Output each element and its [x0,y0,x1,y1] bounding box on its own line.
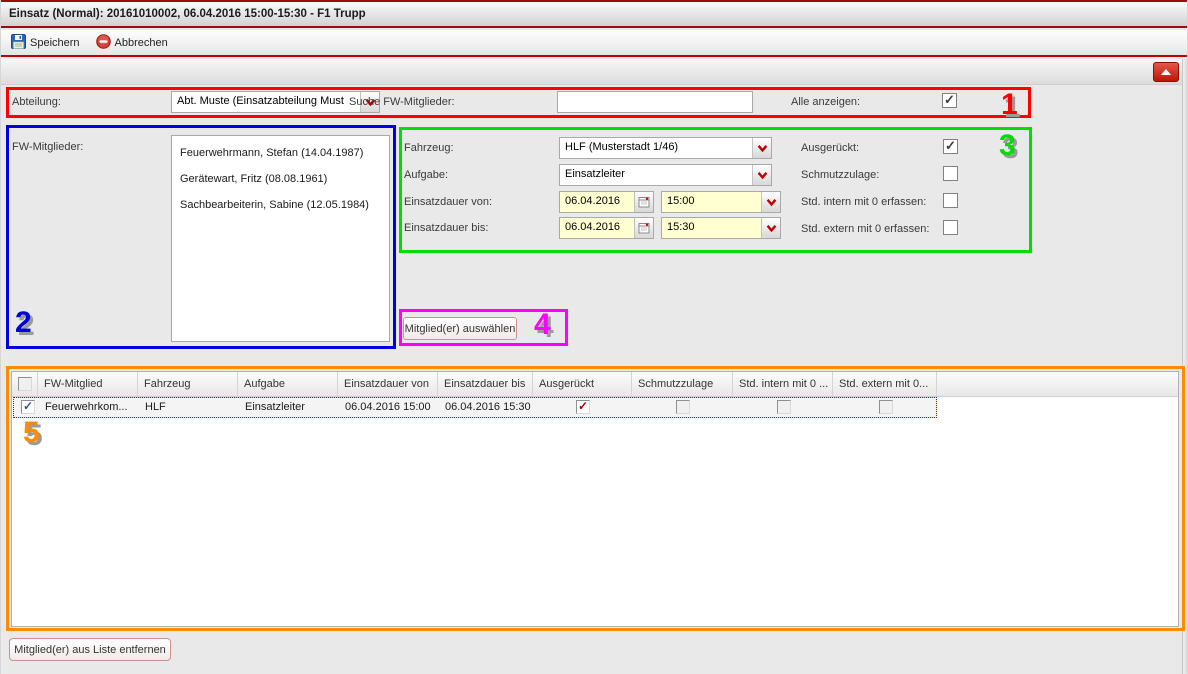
toolbar: Speichern Abbrechen [1,30,1187,57]
save-button[interactable]: Speichern [11,34,80,52]
cell-aufgabe: Einsatzleiter [239,401,337,413]
von-time-select[interactable]: 15:00 [661,191,781,213]
ausgerueckt-checkbox[interactable] [943,139,958,154]
list-item[interactable]: Sachbearbeiterin, Sabine (12.05.1984) [180,192,381,218]
save-button-label: Speichern [30,37,80,49]
save-icon [11,34,26,52]
collapse-panel-button[interactable] [1153,62,1179,82]
cancel-icon [96,34,111,52]
column-header[interactable]: Einsatzdauer von [338,372,438,397]
column-header[interactable]: Ausgerückt [533,372,632,397]
cell-schmutzzulage-checkbox[interactable] [676,400,690,414]
ausgerueckt-label: Ausgerückt: [801,142,859,154]
remove-members-button[interactable]: Mitglied(er) aus Liste entfernen [9,638,171,661]
calendar-icon[interactable] [634,192,653,212]
select-members-button[interactable]: Mitglied(er) auswählen [403,317,517,340]
annotation-box-1 [6,87,1031,118]
column-header[interactable]: Fahrzeug [138,372,238,397]
std-intern-checkbox[interactable] [943,193,958,208]
std-intern-label: Std. intern mit 0 erfassen: [801,196,926,208]
std-extern-label: Std. extern mit 0 erfassen: [801,223,929,235]
search-input[interactable] [557,91,753,113]
column-header[interactable]: Schmutzzulage [632,372,733,397]
column-header[interactable]: FW-Mitglied [38,372,138,397]
list-item[interactable]: Gerätewart, Fritz (08.08.1961) [180,166,381,192]
schmutzzulage-checkbox[interactable] [943,166,958,181]
aufgabe-label: Aufgabe: [404,169,448,181]
aufgabe-select[interactable]: Einsatzleiter [559,164,772,186]
table-header: FW-Mitglied Fahrzeug Aufgabe Einsatzdaue… [12,372,1178,397]
chevron-up-icon [1161,69,1171,75]
fahrzeug-select[interactable]: HLF (Musterstadt 1/46) [559,137,772,159]
panel-header-band [1,59,1187,85]
annotation-number-1: 1 [1001,90,1018,120]
fw-mitglieder-list[interactable]: Feuerwehrmann, Stefan (14.04.1987) Gerät… [171,135,390,342]
bis-date-field[interactable]: 06.04.2016 [559,217,654,239]
alle-anzeigen-checkbox[interactable] [942,93,957,108]
application-window: Einsatz (Normal): 20161010002, 06.04.201… [0,0,1188,674]
members-table: FW-Mitglied Fahrzeug Aufgabe Einsatzdaue… [11,371,1179,627]
cell-ausgerueckt-checkbox[interactable] [576,400,590,414]
column-header[interactable]: Einsatzdauer bis [438,372,533,397]
chevron-down-icon[interactable] [752,138,771,158]
list-item[interactable]: Feuerwehrmann, Stefan (14.04.1987) [180,140,381,166]
select-all-checkbox[interactable] [18,377,32,391]
fw-mitglieder-label: FW-Mitglieder: [12,141,83,153]
annotation-number-4: 4 [534,310,551,340]
calendar-icon[interactable] [634,218,653,238]
cancel-button-label: Abbrechen [115,37,168,49]
std-extern-checkbox[interactable] [943,220,958,235]
cell-einsatzdauer-von: 06.04.2016 15:00 [339,401,437,413]
alle-anzeigen-label: Alle anzeigen: [791,96,860,108]
einsatzdauer-bis-label: Einsatzdauer bis: [404,222,488,234]
cell-std-extern-checkbox[interactable] [879,400,893,414]
select-all-header-cell [12,372,38,397]
column-header[interactable]: Std. intern mit 0 ... [733,372,833,397]
chevron-down-icon[interactable] [761,192,780,212]
chevron-down-icon[interactable] [761,218,780,238]
cell-fahrzeug: HLF [139,401,237,413]
page-title: Einsatz (Normal): 20161010002, 06.04.201… [9,8,366,20]
cell-std-intern-checkbox[interactable] [777,400,791,414]
title-bar: Einsatz (Normal): 20161010002, 06.04.201… [1,2,1187,28]
einsatzdauer-von-label: Einsatzdauer von: [404,196,492,208]
chevron-down-icon[interactable] [752,165,771,185]
collapsed-side-panel[interactable] [1182,59,1187,674]
column-header[interactable]: Std. extern mit 0... [833,372,937,397]
bis-time-select[interactable]: 15:30 [661,217,781,239]
table-row[interactable]: Feuerwehrkom... HLF Einsatzleiter 06.04.… [13,397,937,418]
von-date-field[interactable]: 06.04.2016 [559,191,654,213]
cell-fw-mitglied: Feuerwehrkom... [39,401,137,413]
fahrzeug-label: Fahrzeug: [404,142,454,154]
schmutzzulage-label: Schmutzzulage: [801,169,879,181]
annotation-number-2: 2 [15,308,32,338]
cell-einsatzdauer-bis: 06.04.2016 15:30 [439,401,532,413]
search-label: Suche FW-Mitglieder: [349,96,455,108]
abteilung-label: Abteilung: [12,96,61,108]
column-header[interactable]: Aufgabe [238,372,338,397]
annotation-number-3: 3 [999,131,1016,161]
row-select-checkbox[interactable] [21,400,35,414]
cancel-button[interactable]: Abbrechen [96,34,168,52]
